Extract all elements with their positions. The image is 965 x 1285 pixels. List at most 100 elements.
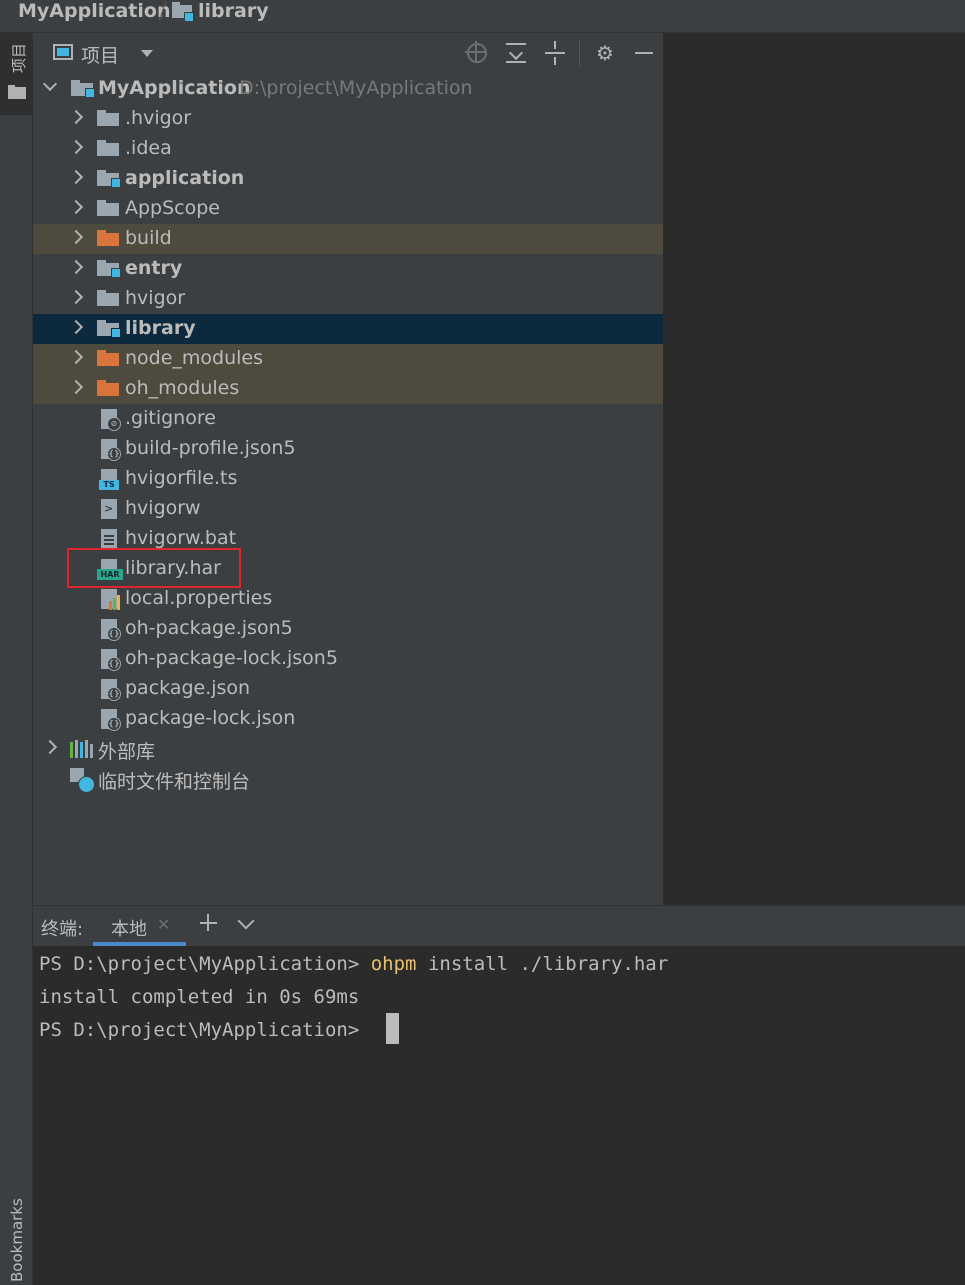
- collapse-all-icon[interactable]: [543, 41, 567, 65]
- chevron-down-icon[interactable]: [42, 76, 58, 92]
- root-path: D:\project\MyApplication: [239, 77, 473, 99]
- tree-item-label: node_modules: [125, 347, 264, 369]
- chevron-down-icon[interactable]: [237, 912, 255, 930]
- terminal-output[interactable]: PS D:\project\MyApplication> ohpm instal…: [33, 946, 965, 1285]
- terminal-line: PS D:\project\MyApplication> ohpm instal…: [39, 953, 668, 975]
- tree-item-label: hvigorw: [125, 497, 201, 519]
- tree-item-label: hvigorw.bat: [125, 527, 237, 549]
- chevron-right-icon[interactable]: [68, 259, 84, 275]
- shell-file-icon: >: [101, 499, 117, 519]
- chevron-right-icon[interactable]: [68, 109, 84, 125]
- tree-item-label: oh-package.json5: [125, 617, 293, 639]
- tree-item-label: 外部库: [98, 741, 156, 763]
- chevron-right-icon[interactable]: [68, 349, 84, 365]
- chevron-right-icon[interactable]: [68, 289, 84, 305]
- project-tool-window-button[interactable]: 项目: [0, 33, 32, 115]
- tree-item[interactable]: application: [33, 164, 663, 194]
- json-file-icon: {}: [101, 649, 121, 671]
- breadcrumb-module[interactable]: library: [198, 0, 269, 24]
- tree-item-label: .idea: [125, 137, 172, 159]
- plus-icon[interactable]: [200, 914, 218, 932]
- tree-item[interactable]: .hvigor: [33, 104, 663, 134]
- tree-item[interactable]: .idea: [33, 134, 663, 164]
- excluded-folder-icon: [97, 350, 119, 366]
- terminal-prompt: PS D:\project\MyApplication>: [39, 1019, 371, 1041]
- terminal-header: 终端: 本地 ✕: [33, 905, 965, 946]
- properties-file-icon: [101, 589, 120, 610]
- chevron-right-icon[interactable]: [68, 319, 84, 335]
- terminal-tab-local[interactable]: 本地 ✕: [93, 906, 186, 946]
- tree-item-label: hvigor: [125, 287, 186, 309]
- minimize-icon[interactable]: [632, 41, 656, 65]
- tree-item[interactable]: {} package.json: [33, 674, 663, 704]
- view-mode-selector[interactable]: 项目: [50, 40, 165, 68]
- terminal-title: 终端:: [41, 919, 84, 940]
- gear-icon[interactable]: ⚙: [593, 41, 617, 65]
- navigation-bar: MyApplication library: [0, 0, 965, 33]
- tree-item[interactable]: entry: [33, 254, 663, 284]
- tree-item[interactable]: build: [33, 224, 663, 254]
- folder-icon: [97, 200, 119, 216]
- tree-item-scratches[interactable]: 临时文件和控制台: [33, 764, 663, 794]
- chevron-right-icon[interactable]: [68, 139, 84, 155]
- json-file-icon: {}: [101, 439, 121, 461]
- tree-item-selected[interactable]: library: [33, 314, 663, 344]
- chevron-right-icon[interactable]: [68, 379, 84, 395]
- library-icon: [70, 740, 94, 758]
- chevron-right-icon[interactable]: [68, 229, 84, 245]
- tree-item[interactable]: hvigor: [33, 284, 663, 314]
- chevron-down-icon: [141, 50, 153, 57]
- terminal-command: ohpm: [370, 953, 417, 975]
- tree-item-label: AppScope: [125, 197, 220, 219]
- chevron-right-icon[interactable]: [68, 199, 84, 215]
- tree-item-external-libraries[interactable]: 外部库: [33, 734, 663, 764]
- locate-icon[interactable]: [465, 41, 489, 65]
- project-view-icon: [53, 44, 73, 60]
- tree-item-label: build: [125, 227, 172, 249]
- terminal-cursor: [386, 1013, 399, 1044]
- excluded-folder-icon: [97, 230, 119, 246]
- folder-icon: [97, 290, 119, 306]
- chevron-right-icon[interactable]: [42, 739, 58, 755]
- module-folder-icon: [97, 260, 121, 278]
- tree-item[interactable]: {} build-profile.json5: [33, 434, 663, 464]
- terminal-line: PS D:\project\MyApplication>: [39, 1019, 371, 1041]
- tree-item-label: oh-package-lock.json5: [125, 647, 338, 669]
- tree-item[interactable]: {} package-lock.json: [33, 704, 663, 734]
- tree-item[interactable]: {} oh-package.json5: [33, 614, 663, 644]
- expand-all-icon[interactable]: [504, 41, 528, 65]
- tree-item[interactable]: TS hvigorfile.ts: [33, 464, 663, 494]
- tree-item-label: local.properties: [125, 587, 273, 609]
- module-folder-icon: [97, 320, 121, 338]
- root-name: MyApplication: [98, 77, 251, 99]
- folder-icon: [8, 85, 26, 99]
- terminal-args: install ./library.har: [416, 953, 669, 975]
- tree-item[interactable]: ⊘ .gitignore: [33, 404, 663, 434]
- tree-item-label: .hvigor: [125, 107, 192, 129]
- tree-item[interactable]: oh_modules: [33, 374, 663, 404]
- tree-item[interactable]: local.properties: [33, 584, 663, 614]
- breadcrumb-project[interactable]: MyApplication: [18, 0, 170, 24]
- text-file-icon: [101, 529, 117, 549]
- tree-item-label: package.json: [125, 677, 251, 699]
- module-folder-icon: [97, 170, 121, 188]
- bookmarks-tool-window-button[interactable]: Bookmarks: [0, 1180, 32, 1285]
- excluded-folder-icon: [97, 380, 119, 396]
- project-tab-label: 项目: [10, 42, 28, 73]
- tree-item-label: oh_modules: [125, 377, 240, 399]
- chevron-right-icon[interactable]: [68, 169, 84, 185]
- tree-item-label: application: [125, 167, 245, 189]
- tree-item[interactable]: > hvigorw: [33, 494, 663, 524]
- tree-item[interactable]: {} oh-package-lock.json5: [33, 644, 663, 674]
- tree-root[interactable]: MyApplication D:\project\MyApplication: [33, 74, 663, 104]
- folder-icon: [97, 140, 119, 156]
- terminal-prompt: PS D:\project\MyApplication>: [39, 953, 371, 975]
- scratches-icon: [70, 768, 95, 793]
- tree-item[interactable]: node_modules: [33, 344, 663, 374]
- left-tool-stripe: [0, 33, 33, 1285]
- tree-item-label: .gitignore: [125, 407, 216, 429]
- highlight-box: [67, 548, 241, 588]
- toolbar-divider: [579, 40, 580, 66]
- close-icon[interactable]: ✕: [157, 915, 170, 934]
- tree-item[interactable]: AppScope: [33, 194, 663, 224]
